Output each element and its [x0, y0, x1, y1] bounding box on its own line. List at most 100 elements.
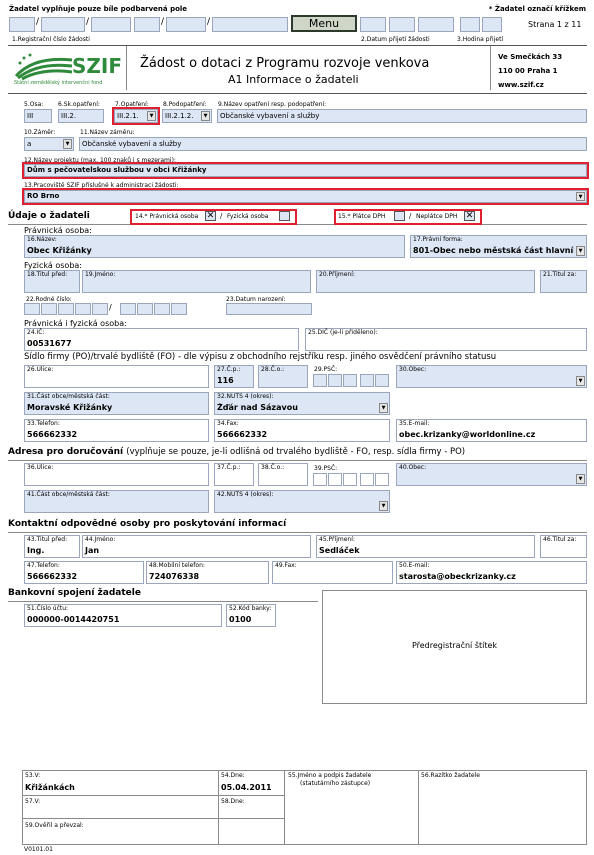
kontakt-email-field[interactable]: 50.E-mail: starosta@obeckrizanky.cz: [396, 561, 587, 584]
section-adresa: Adresa pro doručování (vyplňuje se pouze…: [8, 447, 587, 461]
section-zadatel: Údaje o žadateli: [8, 211, 587, 225]
misto-value: Křižánkách: [25, 783, 75, 792]
rodne-cislo-label: 22.Rodné číslo:: [26, 296, 72, 303]
kontakt-fax-field[interactable]: 49.Fax:: [272, 561, 393, 584]
dne-value: 05.04.2011: [221, 783, 272, 792]
telefon-field[interactable]: 33.Telefon: 566662332: [24, 419, 209, 442]
receipt-hour-label: 3.Hodina přijetí: [457, 36, 504, 43]
chevron-down-icon[interactable]: ▼: [576, 474, 585, 484]
neplatce-dph-checkbox[interactable]: ✕: [464, 211, 475, 221]
osa-field: III: [24, 109, 52, 123]
platce-dph-label: 15.* Plátce DPH: [338, 213, 386, 220]
cast-obce-field: 31.Část obce/městská část: Moravské Křižá…: [24, 392, 209, 415]
predregistracni-stitek: Předregistrační štítek: [322, 590, 587, 704]
cislo-uctu-field[interactable]: 51.Číslo účtu: 000000-0014420751: [24, 604, 222, 627]
jmeno-field: 19.Jméno:: [82, 270, 311, 293]
nazev-projektu-label: 12.Název projektu (max. 100 znaků i s me…: [24, 157, 176, 164]
co-field: 28.Č.o.:: [258, 365, 308, 388]
chevron-down-icon[interactable]: ▼: [379, 403, 388, 413]
chevron-down-icon[interactable]: ▼: [379, 501, 388, 511]
dor-cast-obce-field: 41.Část obce/městská část:: [24, 490, 209, 513]
fyzicka-osoba-heading: Fyzická osoba:: [24, 261, 82, 270]
osa-label: 5.Osa:: [24, 101, 44, 108]
pracoviste-label: 13.Pracoviště SZIF příslušné k administr…: [24, 182, 179, 189]
email-field[interactable]: 35.E-mail: obec.krizanky@worldonline.cz: [396, 419, 587, 442]
pravnicka-osoba-heading: Právnická osoba:: [24, 226, 92, 235]
overeni-misto-label: 57.V:: [25, 798, 41, 805]
podopatreni-select[interactable]: III.2.1.2. ▼: [162, 109, 212, 123]
kontakt-prijmeni-field[interactable]: 45.Příjmení: Sedláček: [316, 535, 535, 558]
dor-ulice-field[interactable]: 36.Ulice:: [24, 463, 209, 486]
website: www.szif.cz: [498, 81, 544, 89]
overeni-dne-label: 58.Dne:: [221, 798, 245, 805]
kontakt-titul-za-field[interactable]: 46.Titul za:: [540, 535, 587, 558]
opatreni-label: 7.Opatření:: [115, 101, 149, 108]
sidlo-heading: Sídlo firmy (PO)/trvalé bydliště (FO) - …: [24, 352, 497, 362]
fax-field[interactable]: 34.Fax: 566662332: [214, 419, 390, 442]
datum-narozeni-field: [226, 303, 312, 315]
cp-field: 27.Č.p.: 116: [214, 365, 254, 388]
address-line-1: Ve Smečkách 33: [498, 53, 563, 61]
chevron-down-icon[interactable]: ▼: [576, 376, 585, 386]
ulice-field[interactable]: 26.Ulice:: [24, 365, 209, 388]
kontakt-titul-pred-field[interactable]: 43.Titul před: Ing.: [24, 535, 80, 558]
sk-opatreni-label: 6.Sk.opatření:: [58, 101, 100, 108]
dor-co-field[interactable]: 38.Č.o.:: [258, 463, 308, 486]
kod-banky-field[interactable]: 52.Kód banky: 0100: [226, 604, 276, 627]
form-subtitle: A1 Informace o žadateli: [228, 73, 359, 86]
datum-narozeni-label: 23.Datum narození:: [226, 296, 286, 303]
platce-dph-checkbox[interactable]: [394, 211, 405, 221]
misto-label: 53.V:: [25, 772, 41, 779]
podpis-label: 55.Jméno a podpis žadatele: [288, 772, 372, 779]
zamer-select[interactable]: a ▼: [24, 137, 74, 151]
kontakt-mobil-field[interactable]: 48.Mobilní telefon: 724076338: [146, 561, 269, 584]
field-stripes-icon: [14, 53, 73, 80]
left-instruction: Žadatel vyplňuje pouze bíle podbarvená p…: [9, 5, 188, 13]
sk-opatreni-field: III.2.: [58, 109, 104, 123]
chevron-down-icon[interactable]: ▼: [576, 192, 585, 201]
nazev-opatreni-label: 9.Název opatření resp. podopatření:: [218, 101, 327, 108]
dor-nuts4-select[interactable]: 42.NUTS 4 (okres): ▼: [214, 490, 390, 513]
pfo-heading: Právnická i fyzická osoba:: [24, 319, 127, 328]
razitko-label: 56.Razítko žadatele: [421, 772, 480, 779]
dic-field[interactable]: 25.DIČ (je-li přiděleno):: [305, 328, 587, 351]
pracoviste-select[interactable]: RO Brno ▼: [22, 188, 589, 205]
nazev-zameru-field: Občanské vybavení a služby: [79, 137, 587, 151]
nuts4-select[interactable]: 32.NUTS 4 (okres): Žďár nad Sázavou ▼: [214, 392, 390, 415]
separator: /: [409, 212, 412, 220]
neplatce-dph-label: Neplátce DPH: [416, 213, 458, 220]
chevron-down-icon[interactable]: ▼: [576, 246, 585, 256]
zamer-label: 10.Záměr:: [24, 129, 56, 136]
prijmeni-field: 20.Příjmení:: [316, 270, 535, 293]
podopatreni-label: 8.Podopatření:: [163, 101, 207, 108]
dor-psc-label: 39.PSČ:: [314, 465, 338, 472]
nazev-field: 16.Název: Obec Křižánky: [24, 235, 405, 258]
address-line-2: 110 00 Praha 1: [498, 67, 558, 75]
podpis-sublabel: (statutárního zástupce): [300, 780, 371, 787]
nazev-opatreni-field: Občanské vybavení a služby: [217, 109, 587, 123]
nazev-zameru-label: 11.Název záměru:: [80, 129, 135, 136]
receipt-date-label: 2.Datum přijetí žádosti: [361, 36, 430, 43]
nazev-projektu-input[interactable]: Dům s pečovatelskou službou v obci Křižá…: [22, 162, 589, 179]
chevron-down-icon[interactable]: ▼: [63, 139, 72, 149]
page-indicator: Strana 1 z 11: [528, 20, 582, 29]
dor-obec-select[interactable]: 40.Obec: ▼: [396, 463, 587, 486]
kontakt-jmeno-field[interactable]: 44.Jméno: Jan: [82, 535, 311, 558]
section-banka: Bankovní spojení žadatele: [8, 588, 318, 602]
dne-label: 54.Dne:: [221, 772, 245, 779]
chevron-down-icon[interactable]: ▼: [201, 111, 210, 121]
dor-cp-field[interactable]: 37.Č.p.:: [214, 463, 254, 486]
ic-field[interactable]: 24.IČ: 00531677: [24, 328, 299, 351]
obec-select[interactable]: 30.Obec: ▼: [396, 365, 587, 388]
menu-button[interactable]: Menu: [291, 15, 357, 32]
fyzicka-osoba-checkbox[interactable]: [279, 211, 290, 221]
chevron-down-icon[interactable]: ▼: [147, 111, 156, 121]
reg-number-label: 1.Registrační číslo žádosti: [12, 36, 90, 43]
separator: /: [220, 212, 223, 220]
opatreni-select[interactable]: III.2.1. ▼: [112, 107, 160, 125]
kontakt-telefon-field[interactable]: 47.Telefon: 566662332: [24, 561, 144, 584]
pravnicka-osoba-checkbox[interactable]: ✕: [205, 211, 216, 221]
overil-label: 59.Ověřil a převzal:: [25, 822, 84, 829]
form-title: Žádost o dotaci z Programu rozvoje venko…: [140, 56, 430, 71]
pravni-forma-select[interactable]: 17.Právní forma: 801-Obec nebo městská čá…: [410, 235, 587, 258]
